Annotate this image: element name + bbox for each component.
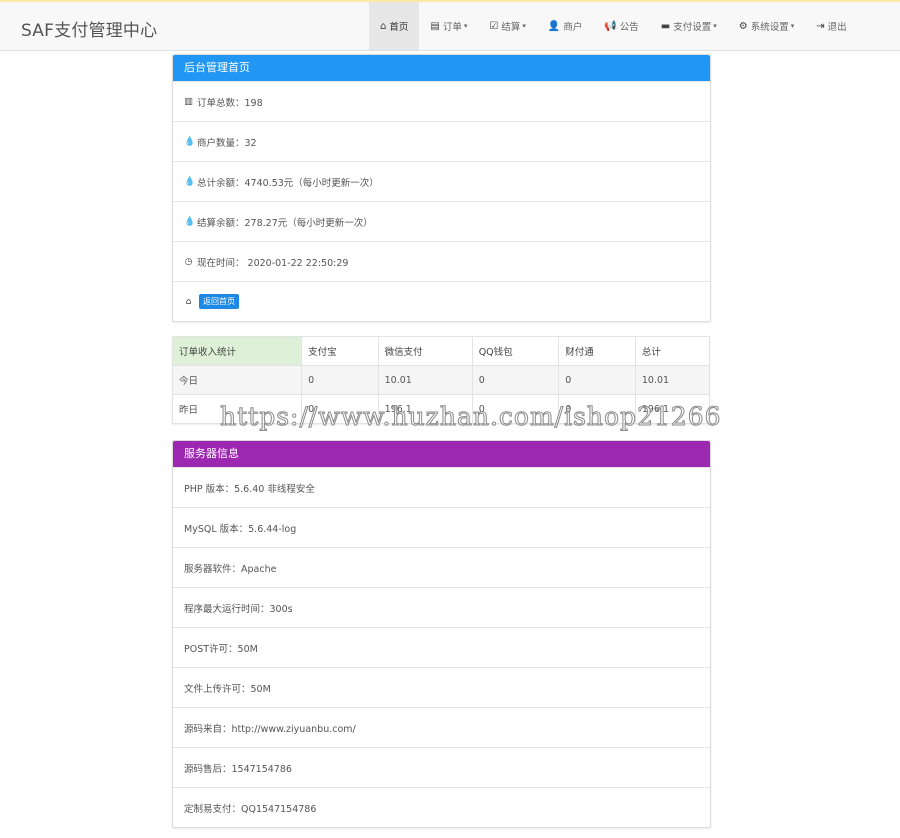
table-header-cell: 支付宝 xyxy=(301,336,379,366)
table-cell: 196.1 xyxy=(634,394,711,424)
table-cell: 0 xyxy=(471,394,560,424)
list-item: 源码来自：http://www.ziyuanbu.com/ xyxy=(173,707,710,747)
list-item: 文件上传许可：50M xyxy=(173,667,710,707)
list-item-text: 现在时间： 2020-01-22 22:50:29 xyxy=(197,257,349,269)
list-item-text: 结算余额：278.27元（每小时更新一次） xyxy=(197,217,373,229)
bar-chart-icon: ▥ xyxy=(184,96,193,107)
list-item: PHP 版本：5.6.40 非线程安全 xyxy=(173,467,710,507)
table-header-cell: QQ钱包 xyxy=(471,336,560,366)
nav-item-label: 首页 xyxy=(389,22,409,33)
admin-panel-title: 后台管理首页 xyxy=(173,55,710,81)
nav-item-4[interactable]: 📢 公告 xyxy=(593,2,649,50)
list-item: 服务器软件：Apache xyxy=(173,547,710,587)
list-item: ▥ 订单总数：198 xyxy=(173,81,710,121)
nav-item-label: 系统设置 xyxy=(750,22,789,33)
check-square-icon: ☑ xyxy=(489,20,499,32)
table-row: 今日 0 10.01 0 0 10.01 xyxy=(171,365,711,395)
table-cell: 10.01 xyxy=(377,365,473,395)
table-cell: 昨日 xyxy=(171,394,303,424)
list-item: 💧 商户数量：32 xyxy=(173,121,710,161)
nav-item-5[interactable]: ▬ 支付设置 ▾ xyxy=(650,2,728,50)
table-cell: 196.1 xyxy=(377,394,473,424)
home-row: ⌂ 返回首页 xyxy=(173,281,710,321)
table-header-cell: 财付通 xyxy=(558,336,636,366)
list-item: POST许可：50M xyxy=(173,627,710,667)
list-item: 程序最大运行时间：300s xyxy=(173,587,710,627)
list-item: 💧 总计余额：4740.53元（每小时更新一次） xyxy=(173,161,710,201)
caret-down-icon: ▾ xyxy=(790,22,795,30)
bullhorn-icon: 📢 xyxy=(604,20,617,32)
list-item-text: 商户数量：32 xyxy=(197,137,257,149)
clock-icon: ◷ xyxy=(184,256,193,267)
nav-item-label: 订单 xyxy=(442,22,462,33)
table-row: 昨日 0 196.1 0 0 196.1 xyxy=(171,394,711,424)
logout-icon: ⇥ xyxy=(816,20,825,32)
drop-icon: 💧 xyxy=(184,176,196,187)
home-icon: ⌂ xyxy=(380,20,387,32)
nav-item-label: 商户 xyxy=(563,22,583,33)
gear-icon: ⚙ xyxy=(738,20,748,32)
nav-item-label: 结算 xyxy=(501,22,521,33)
home-icon: ⌂ xyxy=(185,296,192,307)
table-header-cell: 总计 xyxy=(634,336,711,366)
navbar: SAF支付管理中心 ⌂ 首页 ▤ 订单 ▾ ☑ 结算 ▾ 👤 商户 📢 公告 ▬ 支付设置 ▾ ⚙ 系统设置 ▾ ⇥… xyxy=(0,2,900,51)
drop-icon: 💧 xyxy=(184,216,196,227)
server-panel-title: 服务器信息 xyxy=(173,441,710,467)
caret-down-icon: ▾ xyxy=(522,22,526,30)
order-income-stats-table: 订单收入统计 支付宝 微信支付 QQ钱包 财付通 总计 今日 0 10.01 0 0 10.01 昨日… xyxy=(171,336,711,424)
table-cell: 今日 xyxy=(171,365,303,395)
drop-icon: 💧 xyxy=(184,136,196,147)
back-home-button[interactable]: 返回首页 xyxy=(199,294,239,309)
table-header-cell: 订单收入统计 xyxy=(171,336,303,366)
list-item: 💧 结算余额：278.27元（每小时更新一次） xyxy=(173,201,710,241)
nav-item-1[interactable]: ▤ 订单 ▾ xyxy=(419,2,478,50)
list-icon: ▤ xyxy=(430,20,440,32)
caret-down-icon: ▾ xyxy=(713,22,717,30)
table-cell: 0 xyxy=(471,365,560,395)
server-info-panel: 服务器信息 PHP 版本：5.6.40 非线程安全 MySQL 版本：5.6.44… xyxy=(172,440,711,828)
nav-item-label: 退出 xyxy=(827,22,847,33)
list-item: 定制易支付：QQ1547154786 xyxy=(173,787,710,827)
list-item-text: 总计余额：4740.53元（每小时更新一次） xyxy=(197,177,379,189)
nav-item-label: 公告 xyxy=(619,22,639,33)
nav-item-0[interactable]: ⌂ 首页 xyxy=(369,2,420,50)
nav-item-3[interactable]: 👤 商户 xyxy=(537,2,593,50)
list-item: 源码售后：1547154786 xyxy=(173,747,710,787)
main-nav: ⌂ 首页 ▤ 订单 ▾ ☑ 结算 ▾ 👤 商户 📢 公告 ▬ 支付设置 ▾ ⚙ 系统设置 ▾ ⇥ 退出 xyxy=(369,2,858,50)
table-header-row: 订单收入统计 支付宝 微信支付 QQ钱包 财付通 总计 xyxy=(171,336,711,366)
table-header-cell: 微信支付 xyxy=(377,336,473,366)
table-cell: 0 xyxy=(301,365,379,395)
admin-home-panel: 后台管理首页 ▥ 订单总数：198 💧 商户数量：32 💧 总计余额：4740.53元（每… xyxy=(172,54,711,322)
caret-down-icon: ▾ xyxy=(463,22,468,30)
table-cell: 0 xyxy=(558,394,636,424)
user-icon: 👤 xyxy=(547,20,561,32)
nav-item-7[interactable]: ⇥ 退出 xyxy=(805,2,857,50)
nav-item-label: 支付设置 xyxy=(673,22,712,33)
list-item-text: 订单总数：198 xyxy=(197,97,263,109)
list-item: MySQL 版本：5.6.44-log xyxy=(173,507,710,547)
nav-item-2[interactable]: ☑ 结算 ▾ xyxy=(478,2,537,50)
table-cell: 10.01 xyxy=(634,365,711,395)
credit-card-icon: ▬ xyxy=(660,20,671,32)
brand-title[interactable]: SAF支付管理中心 xyxy=(21,16,157,41)
list-item: ◷ 现在时间： 2020-01-22 22:50:29 xyxy=(173,241,710,281)
nav-item-6[interactable]: ⚙ 系统设置 ▾ xyxy=(728,2,806,50)
table-cell: 0 xyxy=(558,365,636,395)
table-cell: 0 xyxy=(301,394,379,424)
